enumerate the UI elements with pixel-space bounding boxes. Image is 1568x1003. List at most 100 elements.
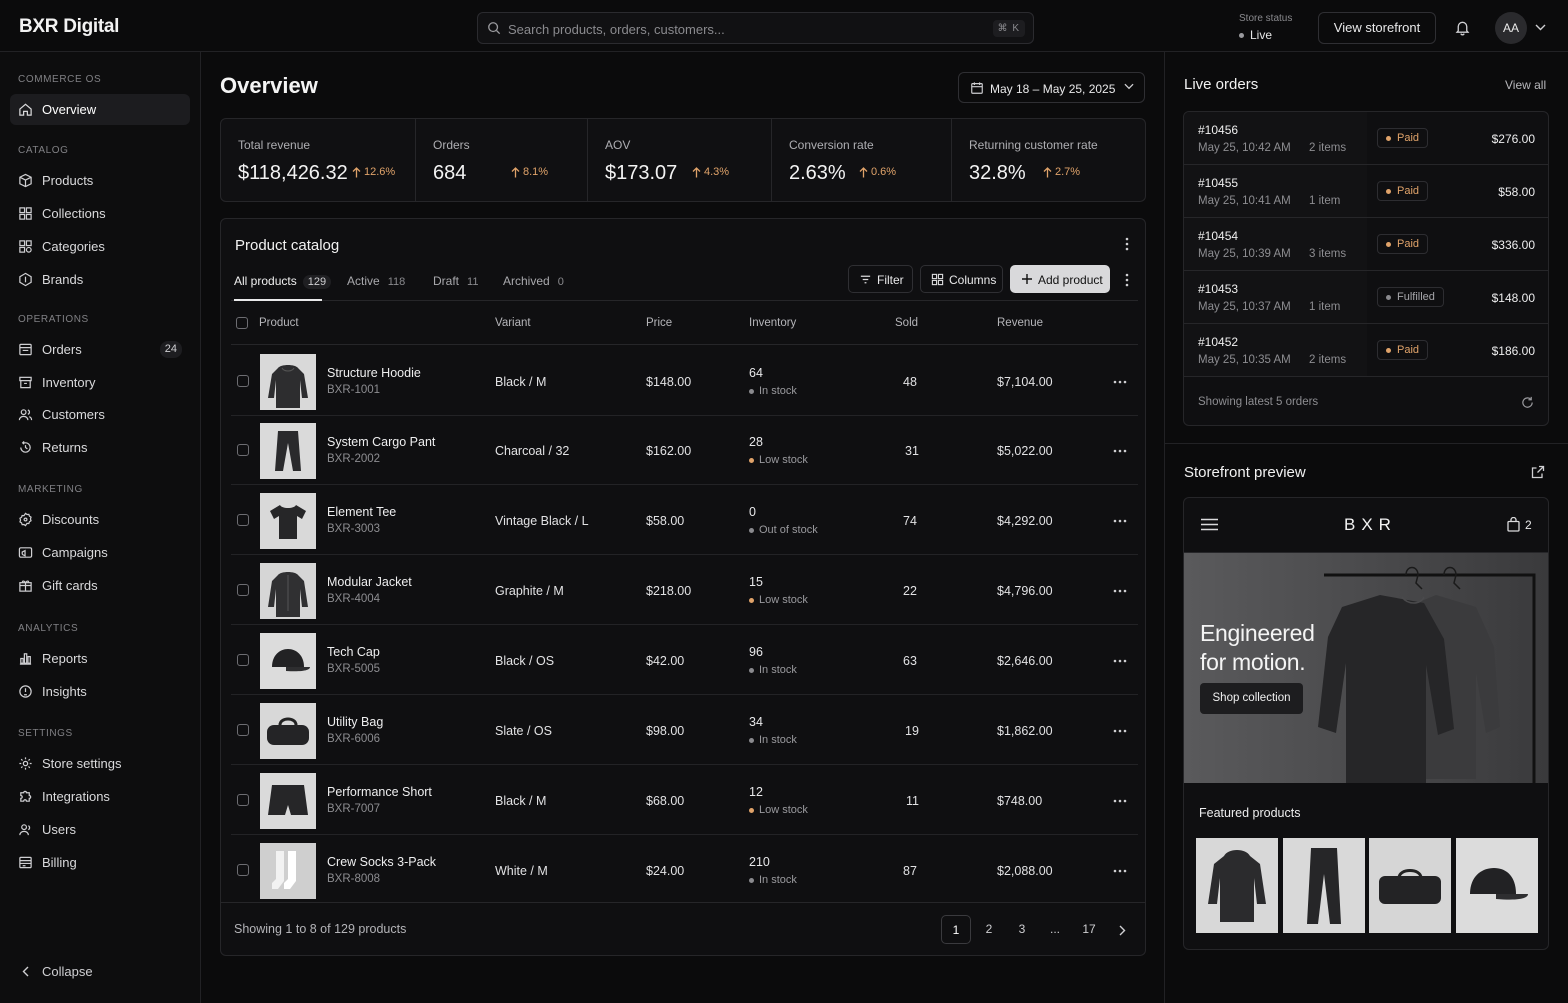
avatar[interactable]: AA [1495, 12, 1527, 44]
shop-collection-button[interactable]: Shop collection [1200, 683, 1303, 714]
view-storefront-button[interactable]: View storefront [1318, 12, 1436, 44]
row-checkbox[interactable] [237, 794, 249, 806]
column-sold[interactable]: Sold [895, 317, 918, 329]
bag-icon[interactable] [1507, 517, 1520, 532]
order-id[interactable]: #10454 [1198, 229, 1238, 243]
sidebar-item-giftcards[interactable]: Gift cards [10, 570, 190, 601]
featured-product-thumbnail[interactable] [1456, 838, 1538, 933]
row-more-icon[interactable] [1113, 449, 1127, 453]
tab-active[interactable]: Active 118 [347, 274, 405, 288]
table-row[interactable]: Crew Socks 3-Pack BXR-8008 White / M $24… [231, 835, 1138, 905]
row-checkbox[interactable] [237, 864, 249, 876]
sidebar-item-discounts[interactable]: Discounts [10, 504, 190, 535]
table-row[interactable]: Modular Jacket BXR-4004 Graphite / M $21… [231, 555, 1138, 625]
sidebar-item-campaigns[interactable]: Campaigns [10, 537, 190, 568]
order-row[interactable]: #10453 May 25, 10:37 AM 1 item Fulfilled… [1184, 271, 1548, 324]
view-all-orders-link[interactable]: View all [1505, 78, 1546, 92]
table-row[interactable]: System Cargo Pant BXR-2002 Charcoal / 32… [231, 415, 1138, 485]
page-2[interactable]: 2 [977, 915, 1001, 944]
sidebar-item-inventory[interactable]: Inventory [10, 367, 190, 398]
order-id[interactable]: #10453 [1198, 282, 1238, 296]
order-row[interactable]: #10455 May 25, 10:41 AM 1 item Paid $58.… [1184, 165, 1548, 218]
featured-product-thumbnail[interactable] [1369, 838, 1451, 933]
sidebar-item-reports[interactable]: Reports [10, 643, 190, 674]
sidebar-item-collections[interactable]: Collections [10, 198, 190, 229]
sidebar-item-integrations[interactable]: Integrations [10, 781, 190, 812]
date-range-picker[interactable]: May 18 – May 25, 2025 [958, 72, 1145, 103]
product-name[interactable]: Structure Hoodie [327, 366, 421, 380]
filter-button[interactable]: Filter [848, 265, 913, 293]
product-name[interactable]: Modular Jacket [327, 575, 412, 589]
sidebar-item-returns[interactable]: Returns [10, 432, 190, 463]
product-name[interactable]: Element Tee [327, 505, 396, 519]
columns-button[interactable]: Columns [920, 265, 1003, 293]
order-id[interactable]: #10455 [1198, 176, 1238, 190]
page-17[interactable]: 17 [1076, 915, 1102, 944]
product-name[interactable]: Crew Socks 3-Pack [327, 855, 436, 869]
row-more-icon[interactable] [1113, 519, 1127, 523]
more-icon[interactable] [1125, 273, 1129, 287]
table-row[interactable]: Utility Bag BXR-6006 Slate / OS $98.00 3… [231, 695, 1138, 765]
column-variant[interactable]: Variant [495, 317, 531, 329]
search-input[interactable]: Search products, orders, customers... [508, 22, 725, 37]
row-more-icon[interactable] [1113, 729, 1127, 733]
product-name[interactable]: Performance Short [327, 785, 432, 799]
order-id[interactable]: #10456 [1198, 123, 1238, 137]
tab-all-products[interactable]: All products 129 [234, 274, 332, 289]
sidebar-item-store-settings[interactable]: Store settings [10, 748, 190, 779]
row-more-icon[interactable] [1113, 589, 1127, 593]
tab-draft[interactable]: Draft 11 [433, 274, 478, 288]
bell-icon[interactable] [1454, 19, 1471, 36]
menu-icon[interactable] [1201, 518, 1218, 531]
row-more-icon[interactable] [1113, 799, 1127, 803]
sidebar-item-overview[interactable]: Overview [10, 94, 190, 125]
tab-archived[interactable]: Archived 0 [503, 274, 564, 288]
more-icon[interactable] [1125, 237, 1129, 251]
order-row[interactable]: #10454 May 25, 10:39 AM 3 items Paid $33… [1184, 218, 1548, 271]
global-search[interactable]: Search products, orders, customers... ⌘ … [477, 12, 1034, 44]
order-row[interactable]: #10456 May 25, 10:42 AM 2 items Paid $27… [1184, 112, 1548, 165]
sidebar-item-customers[interactable]: Customers [10, 399, 190, 430]
external-link-icon[interactable] [1531, 465, 1545, 479]
table-row[interactable]: Structure Hoodie BXR-1001 Black / M $148… [231, 346, 1138, 416]
row-checkbox[interactable] [237, 375, 249, 387]
column-revenue[interactable]: Revenue [997, 317, 1043, 329]
row-checkbox[interactable] [237, 654, 249, 666]
sidebar-item-brands[interactable]: Brands [10, 264, 190, 295]
chevron-right-icon[interactable] [1119, 925, 1126, 936]
row-checkbox[interactable] [237, 584, 249, 596]
featured-product-thumbnail[interactable] [1196, 838, 1278, 933]
storefront-logo[interactable]: BXR [1344, 515, 1397, 535]
row-more-icon[interactable] [1113, 659, 1127, 663]
product-name[interactable]: System Cargo Pant [327, 435, 435, 449]
sidebar-item-categories[interactable]: Categories [10, 231, 190, 262]
refresh-icon[interactable] [1521, 396, 1534, 409]
page-3[interactable]: 3 [1010, 915, 1034, 944]
row-more-icon[interactable] [1113, 869, 1127, 873]
add-product-button[interactable]: Add product [1010, 265, 1110, 293]
row-more-icon[interactable] [1113, 380, 1127, 384]
row-checkbox[interactable] [237, 444, 249, 456]
sidebar-item-billing[interactable]: Billing [10, 847, 190, 878]
product-name[interactable]: Utility Bag [327, 715, 383, 729]
sidebar-item-users[interactable]: Users [10, 814, 190, 845]
order-row[interactable]: #10452 May 25, 10:35 AM 2 items Paid $18… [1184, 324, 1548, 377]
table-row[interactable]: Performance Short BXR-7007 Black / M $68… [231, 765, 1138, 835]
select-all-checkbox[interactable] [236, 317, 248, 329]
sidebar-item-products[interactable]: Products [10, 165, 190, 196]
column-price[interactable]: Price [646, 317, 672, 329]
row-checkbox[interactable] [237, 724, 249, 736]
brand-logo[interactable]: BXR Digital [19, 16, 119, 38]
page-1[interactable]: 1 [941, 915, 971, 944]
sidebar-item-insights[interactable]: Insights [10, 676, 190, 707]
row-checkbox[interactable] [237, 514, 249, 526]
column-product[interactable]: Product [259, 317, 299, 329]
column-inventory[interactable]: Inventory [749, 317, 796, 329]
chevron-down-icon[interactable] [1535, 24, 1546, 31]
sidebar-item-orders[interactable]: Orders 24 [10, 334, 190, 365]
table-row[interactable]: Element Tee BXR-3003 Vintage Black / L $… [231, 485, 1138, 555]
product-name[interactable]: Tech Cap [327, 645, 380, 659]
order-id[interactable]: #10452 [1198, 335, 1238, 349]
featured-product-thumbnail[interactable] [1283, 838, 1365, 933]
table-row[interactable]: Tech Cap BXR-5005 Black / OS $42.00 96 In… [231, 625, 1138, 695]
